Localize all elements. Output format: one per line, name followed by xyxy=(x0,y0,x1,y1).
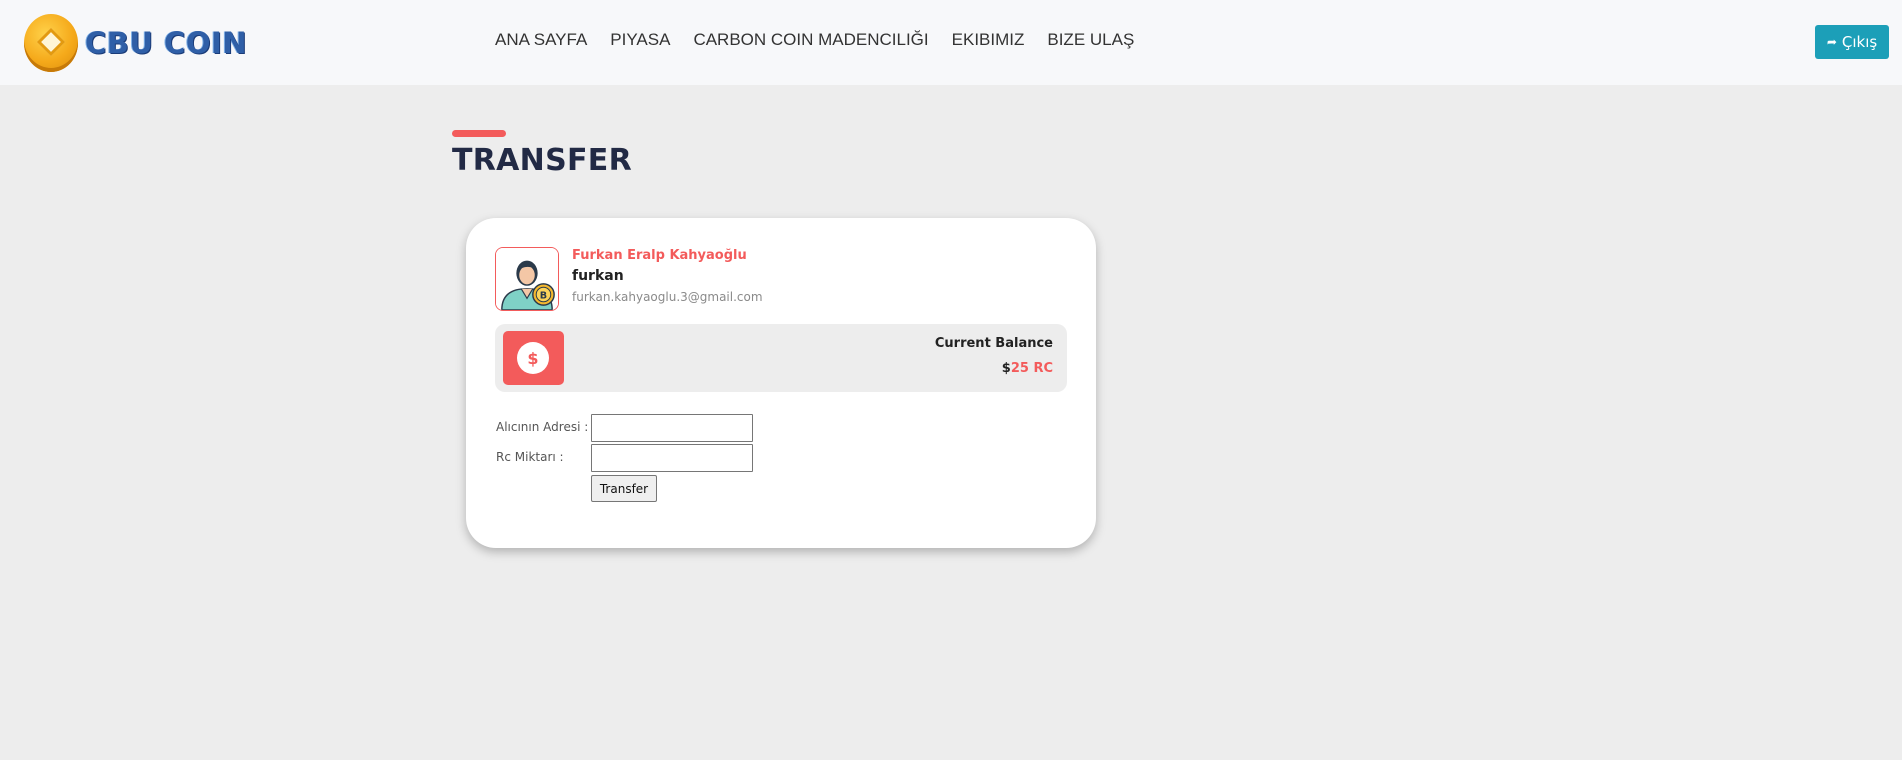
nav-item-home[interactable]: ANA SAYFA xyxy=(495,30,587,50)
balance-panel: $ Current Balance $25 RC xyxy=(495,324,1067,392)
logout-label: Çıkış xyxy=(1841,33,1878,51)
nav-links: ANA SAYFA PIYASA CARBON COIN MADENCILIĞI… xyxy=(495,30,1157,50)
nav-item-market[interactable]: PIYASA xyxy=(610,30,670,50)
balance-currency: $ xyxy=(1001,361,1011,376)
svg-text:B: B xyxy=(540,290,547,301)
transfer-card: B Furkan Eralp Kahyaoğlu furkan furkan.k… xyxy=(466,218,1096,548)
user-email: furkan.kahyaoglu.3@gmail.com xyxy=(572,290,763,304)
balance-icon-box: $ xyxy=(503,331,564,385)
user-full-name: Furkan Eralp Kahyaoğlu xyxy=(572,248,747,263)
sign-out-icon: ➦ xyxy=(1826,35,1837,49)
user-bitcoin-avatar-icon: B xyxy=(495,247,559,311)
user-username: furkan xyxy=(572,268,624,284)
amount-label: Rc Miktarı : xyxy=(496,450,564,464)
dollar-icon: $ xyxy=(517,342,549,374)
amount-input[interactable] xyxy=(591,444,753,472)
nav-item-mining[interactable]: CARBON COIN MADENCILIĞI xyxy=(693,30,928,50)
balance-value: $25 RC xyxy=(1002,361,1053,376)
navbar: CBU COIN ANA SAYFA PIYASA CARBON COIN MA… xyxy=(0,0,1902,85)
address-input[interactable] xyxy=(591,414,753,442)
title-accent-bar xyxy=(452,130,506,137)
balance-label: Current Balance xyxy=(934,336,1053,351)
address-label: Alıcının Adresi : xyxy=(496,420,589,434)
brand-logo[interactable]: CBU COIN xyxy=(24,14,247,72)
transfer-submit-button[interactable]: Transfer xyxy=(591,475,657,502)
coin-logo-icon xyxy=(24,14,78,72)
balance-amount: 25 RC xyxy=(1010,361,1053,376)
page-title: TRANSFER xyxy=(452,143,632,178)
logout-button[interactable]: ➦ Çıkış xyxy=(1815,25,1889,59)
nav-item-team[interactable]: EKIBIMIZ xyxy=(952,30,1025,50)
brand-name: CBU COIN xyxy=(85,26,248,60)
nav-item-contact[interactable]: BIZE ULAŞ xyxy=(1047,30,1134,50)
